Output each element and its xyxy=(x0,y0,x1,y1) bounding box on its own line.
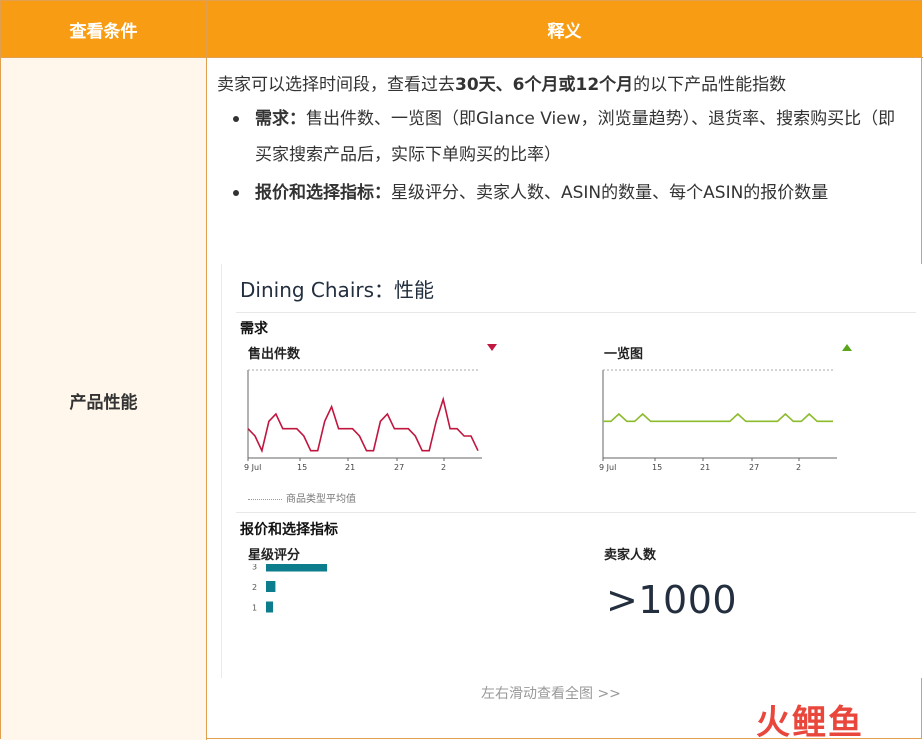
bullet-dot xyxy=(233,190,239,196)
figure-divider-2 xyxy=(236,512,916,513)
glance-view-x-tick-label: 2 xyxy=(796,463,801,472)
rating-bar xyxy=(266,601,274,613)
bullet-demand: 需求：售出件数、一览图（即Glance View，浏览量趋势）、退货率、搜索购买… xyxy=(233,101,908,173)
glance-view-x-tick-label: 9 Jul xyxy=(599,463,616,472)
units-sold-x-tick-label: 9 Jul xyxy=(244,463,261,472)
bullet-label: 需求： xyxy=(255,109,306,129)
rating-bar xyxy=(266,581,276,592)
units-sold-x-tick-label: 15 xyxy=(297,463,307,472)
scroll-hint[interactable]: 左右滑动查看全图 >> xyxy=(481,683,621,703)
rating-category-label: 1 xyxy=(252,604,257,613)
performance-figure: Dining Chairs：性能 需求 售出件数 一览图 9 Jul 15 21 27… xyxy=(221,264,922,678)
column-divider xyxy=(206,1,207,740)
legend-dash-icon xyxy=(248,498,282,500)
trend-up-icon xyxy=(842,344,852,351)
bullet-dot xyxy=(233,116,239,122)
intro-suffix: 的以下产品性能指数 xyxy=(633,75,787,95)
sellers-count: >1000 xyxy=(606,578,738,622)
sellers-label: 卖家人数 xyxy=(604,548,657,563)
glance-view-chart: 9 Jul 15 21 27 2 xyxy=(599,369,837,472)
glance-view-series-line xyxy=(603,412,833,423)
glance-view-x-tick-label: 21 xyxy=(700,463,710,472)
star-rating-chart: 4+321 xyxy=(252,564,328,613)
comparison-table: 查看条件 释义 产品性能 卖家可以选择时间段，查看过去30天、6个月或12个月的… xyxy=(0,0,923,743)
chart-legend: 商品类型平均值 xyxy=(248,490,356,505)
rating-category-label: 3 xyxy=(252,564,257,572)
row-label: 产品性能 xyxy=(69,393,138,413)
rating-bar xyxy=(266,564,328,572)
header-meaning: 释义 xyxy=(207,1,922,57)
units-sold-x-tick-label: 27 xyxy=(394,463,404,472)
intro-text: 卖家可以选择时间段，查看过去30天、6个月或12个月的以下产品性能指数 xyxy=(217,73,786,97)
bullet-offers: 报价和选择指标：星级评分、卖家人数、ASIN的数量、每个ASIN的报价数量 xyxy=(233,175,908,211)
intro-prefix: 卖家可以选择时间段，查看过去 xyxy=(217,75,455,95)
bullet-text: 售出件数、一览图（即Glance View，浏览量趋势）、退货率、搜索购买比（即… xyxy=(255,109,896,165)
rating-category-label: 2 xyxy=(252,583,257,592)
offers-section-title: 报价和选择指标 xyxy=(240,522,338,538)
units-sold-chart: 9 Jul 15 21 27 2 xyxy=(244,369,482,472)
demand-section-title: 需求 xyxy=(240,321,268,337)
glance-view-x-tick-label: 15 xyxy=(652,463,662,472)
units-sold-x-tick-label: 21 xyxy=(345,463,355,472)
bullet-label: 报价和选择指标： xyxy=(255,183,391,203)
bullet-text: 星级评分、卖家人数、ASIN的数量、每个ASIN的报价数量 xyxy=(391,183,829,203)
intro-emphasis: 30天、6个月或12个月 xyxy=(455,75,634,95)
trend-down-icon xyxy=(487,344,497,351)
brand-logo: 火鲤鱼 xyxy=(756,703,864,743)
units-sold-x-tick-label: 2 xyxy=(441,463,446,472)
glance-view-x-tick-label: 27 xyxy=(749,463,759,472)
legend-label: 商品类型平均值 xyxy=(286,494,356,505)
units-sold-series-line xyxy=(247,396,479,454)
figure-title: Dining Chairs：性能 xyxy=(240,278,435,302)
figure-divider xyxy=(236,312,916,313)
header-condition: 查看条件 xyxy=(1,1,206,57)
star-rating-label: 星级评分 xyxy=(248,548,301,563)
